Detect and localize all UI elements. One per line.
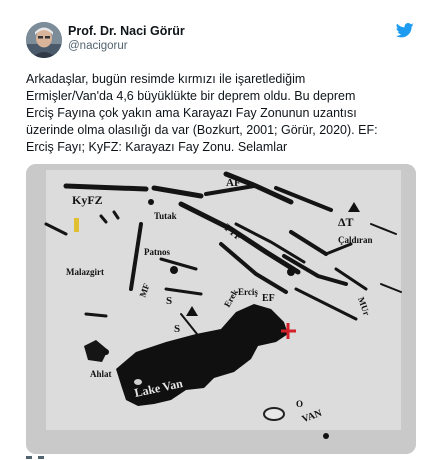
map-label-s2: S [174,323,181,335]
tweet-line: Arkadaşlar, bugün resimde kırmızı ile iş… [26,72,306,86]
profile-photo [26,22,62,58]
more-options-icon[interactable] [26,455,56,460]
map-label-caldiran: Çaldıran [338,235,373,245]
map-label-ercis: Erciş [238,287,258,297]
map-label-kyfz: KyFZ [72,193,103,207]
map-label-ahlat: Ahlat [90,369,112,379]
map-label-tutak: Tutak [154,211,177,221]
avatar[interactable] [26,22,62,58]
map-label-patnos: Patnos [144,247,171,257]
tweet-photo[interactable]: KyFZ AF Tutak TYF Patnos Malazgirt MF S … [26,164,416,454]
tweet-text: Arkadaşlar, bugün resimde kırmızı ile iş… [26,71,416,156]
map-label-delta-t: ΔT [338,215,354,229]
author-handle[interactable]: @nacigorur [68,40,128,52]
tweet-line: üzerinde olma olasılığı da var (Bozkurt,… [26,123,378,137]
tweet-line: Erciş Fayına çok yakın ama Karayazı Fay … [26,106,357,120]
map-label-af: AF [226,177,241,189]
fault-map-image [26,164,416,454]
map-label-o: O [296,399,304,409]
author-name[interactable]: Prof. Dr. Naci Görür [68,24,185,38]
map-label-ef: EF [262,293,275,304]
map-label-malazgirt: Malazgirt [66,267,104,277]
tweet-line: Ermişler/Van'da 4,6 büyüklükte bir depre… [26,89,356,103]
tweet-card: Prof. Dr. Naci Görür @nacigorur Arkadaşl… [0,0,441,460]
twitter-bird-icon[interactable] [396,23,414,38]
tweet-line: Erciş Fayı; KyFZ: Karayazı Fay Zonu. Sel… [26,140,288,154]
map-label-s1: S [166,295,173,307]
